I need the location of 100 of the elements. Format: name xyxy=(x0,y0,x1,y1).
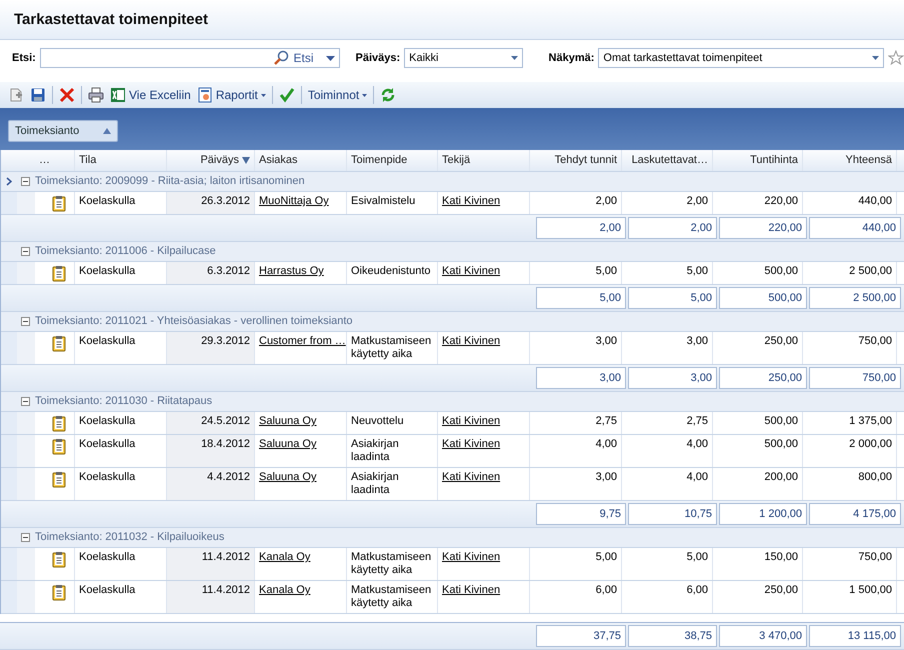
customer-link[interactable]: MuoNittaja Oy xyxy=(259,195,329,207)
action-text: Oikeudenistunto xyxy=(351,265,430,277)
column-header[interactable]: Tekijä xyxy=(438,150,530,171)
amount-text: 2,00 xyxy=(686,195,708,207)
subtotal-cell: 9,75 xyxy=(536,503,626,525)
collapse-icon[interactable] xyxy=(21,247,30,256)
clipboard-icon xyxy=(52,471,66,488)
customer-link[interactable]: Saluuna Oy xyxy=(259,415,316,427)
customer-link[interactable]: Saluuna Oy xyxy=(259,471,316,483)
delete-icon xyxy=(59,87,75,103)
clipboard-icon xyxy=(52,551,66,568)
amount-text: 3,00 xyxy=(596,335,617,347)
subtotal-cell: 440,00 xyxy=(809,217,901,239)
actions-menu-button[interactable]: Toiminnot xyxy=(306,88,370,102)
save-icon xyxy=(30,87,46,103)
total-cell: 37,75 xyxy=(536,625,626,647)
caret-icon[interactable] xyxy=(326,56,334,60)
group-title: Toimeksianto: 2009099 - Riita-asia; laiton irtisanominen xyxy=(35,175,305,188)
export-button[interactable]: Vie Exceliin xyxy=(108,86,193,104)
status-text: Koelaskulla xyxy=(79,584,136,596)
collapse-icon[interactable] xyxy=(21,317,30,326)
column-options-header[interactable]: … xyxy=(35,150,75,171)
group-title: Toimeksianto: 2011030 - Riitatapaus xyxy=(35,395,212,408)
column-header[interactable]: Tehdyt tunnit xyxy=(530,150,622,171)
column-header[interactable]: Tuntihinta xyxy=(713,150,803,171)
star-icon[interactable] xyxy=(888,50,904,66)
subtotal-cell: 750,00 xyxy=(809,367,901,389)
column-header[interactable]: Yhteensä xyxy=(803,150,897,171)
group-by-chip[interactable]: Toimeksianto xyxy=(8,120,118,142)
action-text: Matkustamiseen käytetty aika xyxy=(351,584,432,609)
author-link[interactable]: Kati Kivinen xyxy=(442,335,500,347)
reports-menu-button[interactable]: Raportit xyxy=(194,86,268,104)
customer-link[interactable]: Customer from … xyxy=(259,335,346,347)
collapse-icon[interactable] xyxy=(21,397,30,406)
search-field[interactable]: Etsi xyxy=(40,48,340,68)
author-link[interactable]: Kati Kivinen xyxy=(442,265,500,277)
column-header[interactable]: Tila xyxy=(75,150,167,171)
author-link[interactable]: Kati Kivinen xyxy=(442,438,500,450)
customer-link[interactable]: Kanala Oy xyxy=(259,584,310,596)
add-document-icon xyxy=(8,87,24,103)
status-text: Koelaskulla xyxy=(79,471,136,483)
amount-text: 250,00 xyxy=(764,335,798,347)
date-text: 24.5.2012 xyxy=(201,415,250,427)
clipboard-icon xyxy=(52,265,66,282)
amount-text: 220,00 xyxy=(764,195,798,207)
status-text: Koelaskulla xyxy=(79,415,136,427)
collapse-icon[interactable] xyxy=(21,177,30,186)
amount-text: 150,00 xyxy=(764,551,798,563)
column-header[interactable]: Laskutettavat… xyxy=(622,150,713,171)
amount-text: 440,00 xyxy=(858,195,892,207)
subtotal-cell: 5,00 xyxy=(536,287,626,309)
view-label: Näkymä: xyxy=(548,52,594,64)
amount-text: 4,00 xyxy=(596,438,617,450)
amount-text: 2,75 xyxy=(686,415,708,427)
amount-text: 2 500,00 xyxy=(849,265,892,277)
date-text: 6.3.2012 xyxy=(207,265,250,277)
author-link[interactable]: Kati Kivinen xyxy=(442,471,500,483)
group-title: Toimeksianto: 2011006 - Kilpailucase xyxy=(35,245,216,258)
print-button[interactable] xyxy=(86,86,106,104)
column-header[interactable]: Toimenpide xyxy=(347,150,438,171)
search-icon xyxy=(273,50,290,66)
view-dropdown[interactable]: Omat tarkastettavat toimenpiteet xyxy=(598,48,884,68)
customer-link[interactable]: Kanala Oy xyxy=(259,551,310,563)
column-header[interactable]: Asiakas xyxy=(255,150,347,171)
amount-text: 2 000,00 xyxy=(849,438,892,450)
customer-link[interactable]: Saluuna Oy xyxy=(259,438,316,450)
action-text: Esivalmistelu xyxy=(351,195,416,207)
subtotal-cell: 500,00 xyxy=(719,287,807,309)
delete-button[interactable] xyxy=(57,86,77,104)
amount-text: 500,00 xyxy=(764,265,798,277)
amount-text: 500,00 xyxy=(764,415,798,427)
author-link[interactable]: Kati Kivinen xyxy=(442,195,500,207)
search-label: Etsi: xyxy=(12,52,36,64)
status-text: Koelaskulla xyxy=(79,438,136,450)
author-link[interactable]: Kati Kivinen xyxy=(442,584,500,596)
amount-text: 500,00 xyxy=(764,438,798,450)
status-text: Koelaskulla xyxy=(79,551,136,563)
subtotal-cell: 4 175,00 xyxy=(809,503,901,525)
date-dropdown[interactable]: Kaikki xyxy=(404,48,523,68)
date-text: 29.3.2012 xyxy=(201,335,250,347)
amount-text: 2,75 xyxy=(596,415,617,427)
column-header[interactable]: Päiväys xyxy=(167,150,255,171)
search-button[interactable]: Etsi xyxy=(293,52,314,64)
amount-text: 750,00 xyxy=(858,335,892,347)
author-link[interactable]: Kati Kivinen xyxy=(442,551,500,563)
date-text: 11.4.2012 xyxy=(202,551,250,563)
amount-text: 5,00 xyxy=(686,551,708,563)
status-text: Koelaskulla xyxy=(79,265,136,277)
status-text: Koelaskulla xyxy=(79,335,136,347)
clipboard-icon xyxy=(52,335,66,352)
subtotal-cell: 1 200,00 xyxy=(719,503,807,525)
customer-link[interactable]: Harrastus Oy xyxy=(259,265,324,277)
author-link[interactable]: Kati Kivinen xyxy=(442,415,500,427)
amount-text: 6,00 xyxy=(596,584,617,596)
action-text: Asiakirjan laadinta xyxy=(351,471,399,496)
subtotal-cell: 3,00 xyxy=(628,367,717,389)
collapse-icon[interactable] xyxy=(21,533,30,542)
amount-text: 250,00 xyxy=(764,584,798,596)
amount-text: 1 375,00 xyxy=(849,415,892,427)
subtotal-cell: 220,00 xyxy=(719,217,807,239)
